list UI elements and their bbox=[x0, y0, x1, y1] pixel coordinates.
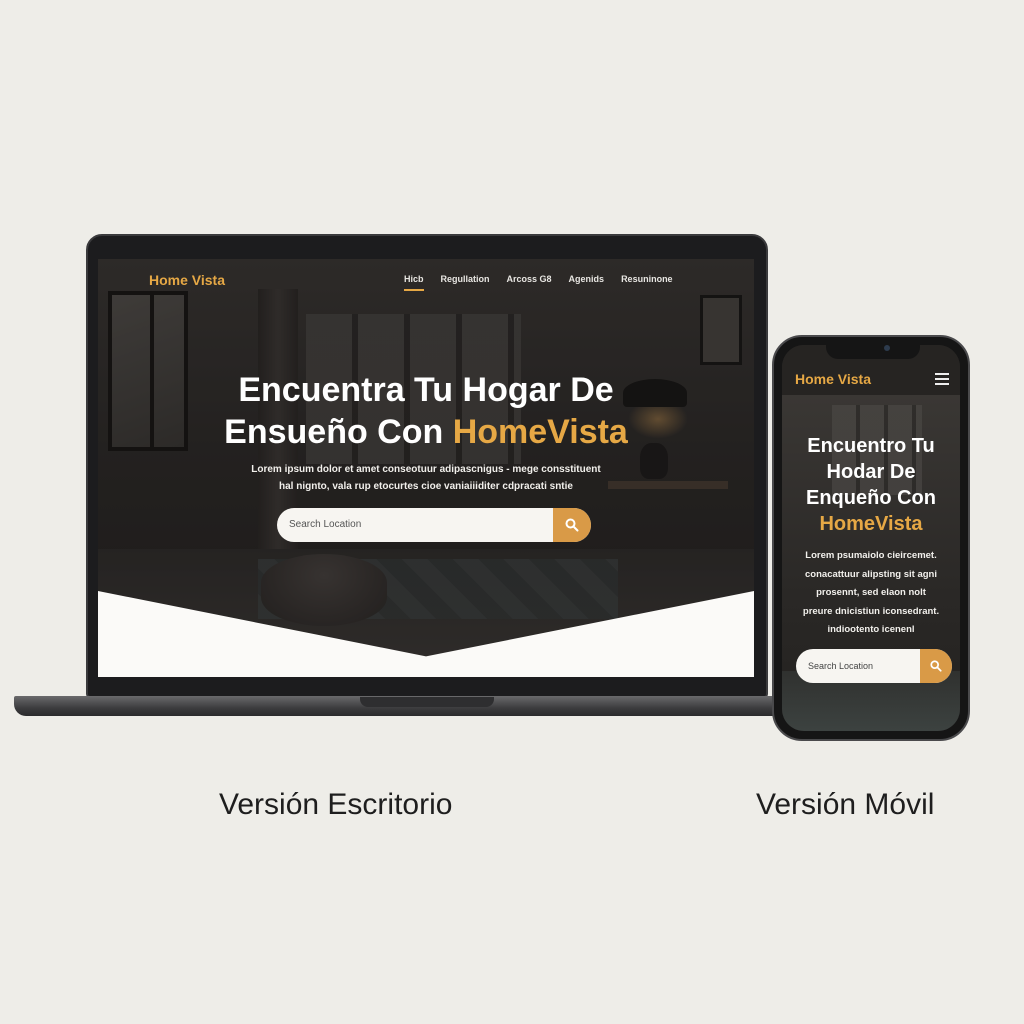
hero-subtitle: Lorem ipsum dolor et amet conseotuur adi… bbox=[228, 461, 624, 495]
laptop-hinge-notch bbox=[360, 697, 494, 707]
mobile-site-logo[interactable]: Home Vista bbox=[795, 371, 871, 387]
mobile-hero-title-line3: Enqueño Con bbox=[806, 487, 936, 509]
main-nav: Hicb Regullation Arcoss G8 Agenids Resun… bbox=[404, 274, 690, 291]
site-logo[interactable]: Home Vista bbox=[149, 272, 225, 288]
mobile-hero-title: Encuentro Tu Hodar De Enqueño Con HomeVi… bbox=[782, 433, 960, 537]
hamburger-menu-icon[interactable] bbox=[935, 373, 949, 385]
search-icon bbox=[565, 518, 579, 532]
mobile-hero-subtitle-line: prosennt, sed elaon nolt bbox=[816, 587, 926, 598]
nav-item-access[interactable]: Arcoss G8 bbox=[507, 274, 552, 291]
nav-item-home[interactable]: Hicb bbox=[404, 274, 424, 291]
phone-notch bbox=[826, 341, 920, 359]
search-bar: Search Location bbox=[277, 508, 591, 542]
mobile-hero-subtitle-line: preure dnicistiun iconsedrant. bbox=[802, 605, 940, 617]
hero-title-line2: Ensueño Con bbox=[224, 413, 453, 451]
nav-item-resume[interactable]: Resuninone bbox=[621, 274, 673, 291]
hero-title-accent: HomeVista bbox=[452, 413, 628, 451]
mobile-search-input[interactable]: Search Location bbox=[796, 649, 920, 683]
mobile-hero-title-line2: Hodar De bbox=[826, 461, 916, 483]
mobile-hero-title-line1: Encuentro Tu bbox=[807, 435, 935, 457]
nav-item-agents[interactable]: Agenids bbox=[569, 274, 605, 291]
search-button[interactable] bbox=[553, 508, 591, 542]
search-icon bbox=[930, 660, 942, 672]
mobile-screen: Home Vista Encuentro Tu Hodar De Enqueño… bbox=[782, 345, 960, 731]
mobile-version-caption: Versión Móvil bbox=[756, 788, 935, 821]
nav-item-regulation[interactable]: Regullation bbox=[441, 274, 490, 291]
hero-title-line1: Encuentra Tu Hogar De bbox=[238, 371, 614, 409]
camera-icon bbox=[884, 345, 890, 351]
mobile-hero-subtitle: Lorem psumaiolo cieircemet. conacattuur … bbox=[790, 547, 952, 640]
mobile-search-bar: Search Location bbox=[796, 649, 952, 683]
search-input[interactable]: Search Location bbox=[277, 508, 553, 542]
hero-subtitle-line2: hal nignto, vala rup etocurtes cioe vani… bbox=[279, 481, 573, 492]
hero-subtitle-line1: Lorem ipsum dolor et amet conseotuur adi… bbox=[251, 464, 601, 475]
mobile-hero-subtitle-line: conacattuur alipsting sit agni bbox=[805, 568, 937, 580]
desktop-screen: Home Vista Hicb Regullation Arcoss G8 Ag… bbox=[98, 259, 754, 677]
hero-title: Encuentra Tu Hogar De Ensueño Con HomeVi… bbox=[98, 369, 754, 453]
mobile-hero-title-accent: HomeVista bbox=[819, 513, 923, 535]
desktop-version-caption: Versión Escritorio bbox=[219, 788, 453, 821]
mobile-hero-subtitle-line: indiootento icenenl bbox=[827, 624, 915, 635]
mobile-hero-subtitle-line: Lorem psumaiolo cieircemet. bbox=[805, 550, 937, 561]
